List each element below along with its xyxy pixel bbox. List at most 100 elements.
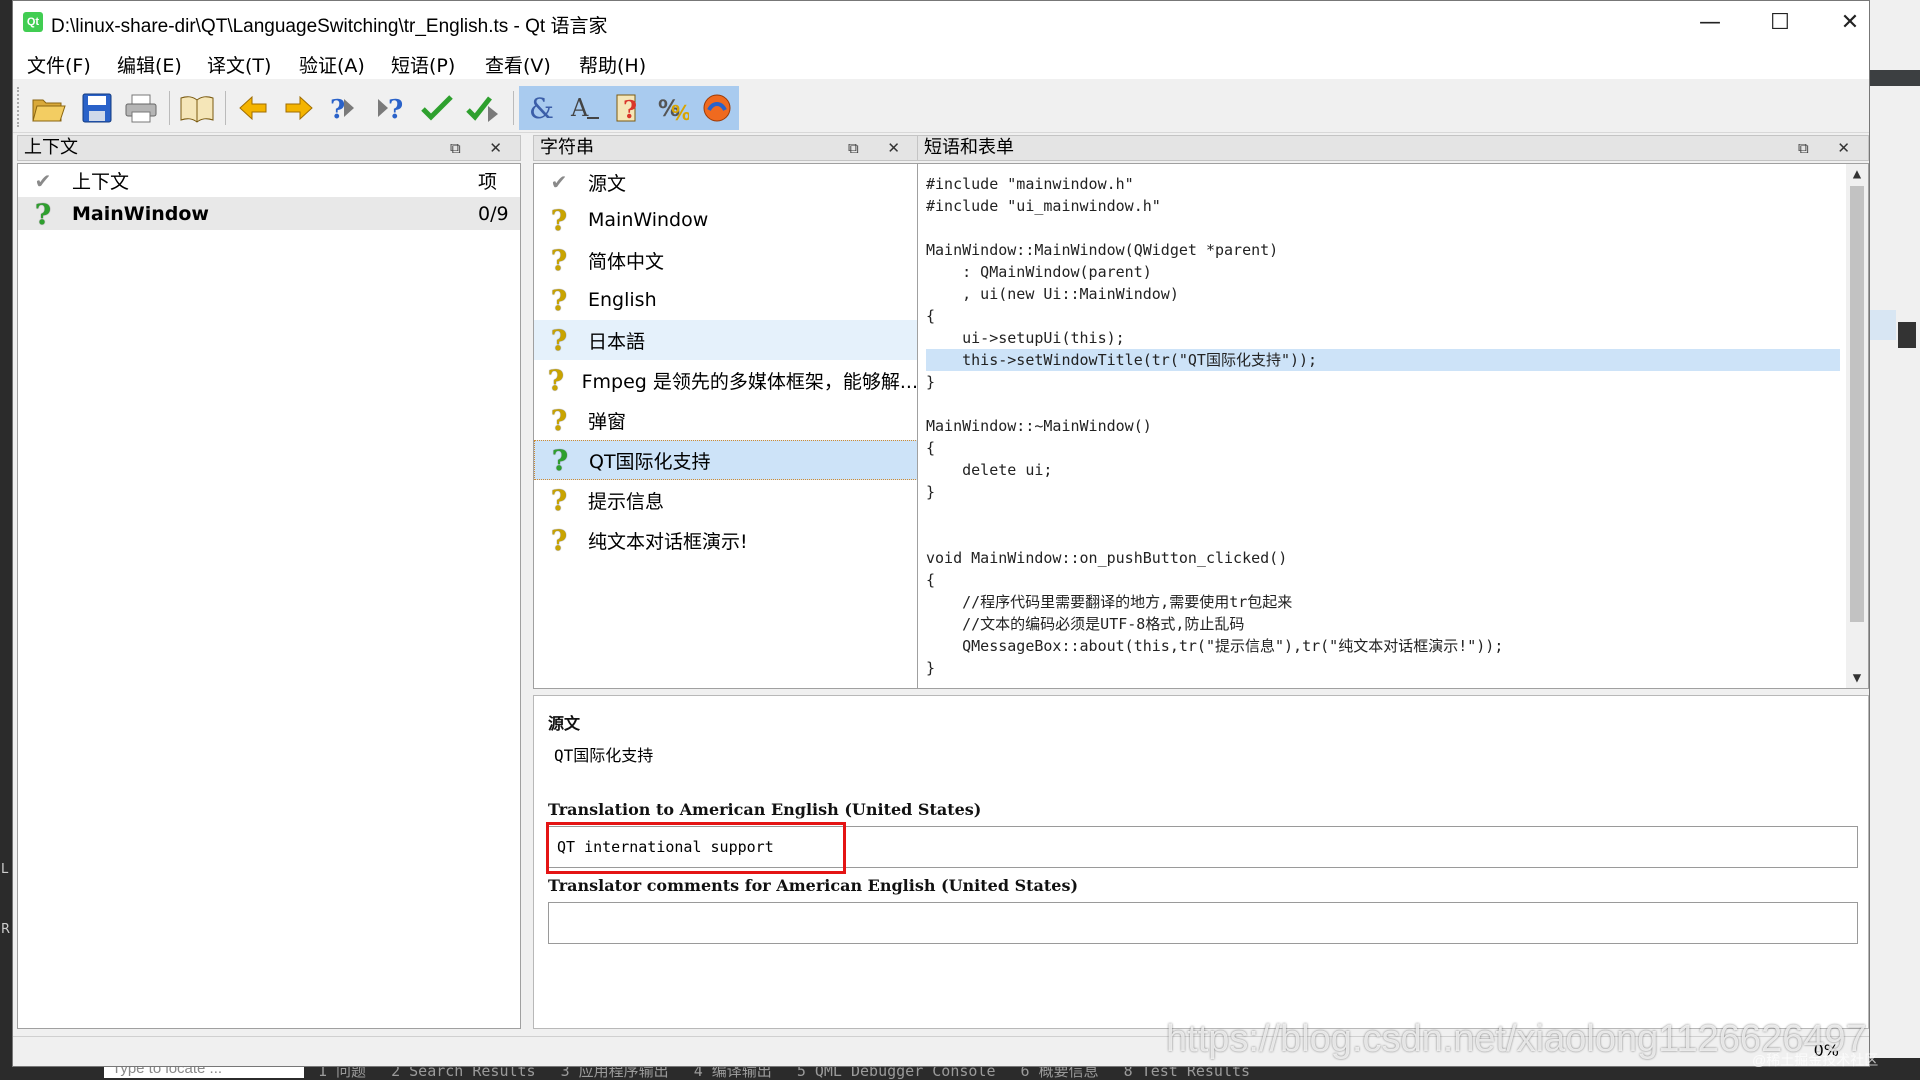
code-line: }	[926, 373, 936, 391]
strings-panel-title-text: 字符串	[540, 137, 594, 158]
code-line: {	[926, 571, 936, 589]
code-line: }	[926, 659, 936, 677]
scroll-up-icon[interactable]: ▲	[1846, 166, 1868, 182]
svg-text:A: A	[570, 94, 589, 122]
strings-list: ✔ 源文 ? MainWindow ? 简体中文 ? English ? 日本語…	[533, 163, 919, 689]
menu-validation[interactable]: 验证(A)	[299, 51, 365, 78]
code-line: , ui(new Ui::MainWindow)	[926, 285, 1179, 303]
unfinished-icon: ?	[550, 403, 568, 437]
window-title: D:\linux-share-dir\QT\LanguageSwitching\…	[51, 16, 608, 37]
code-scrollbar[interactable]: ▲ ▼	[1846, 164, 1868, 688]
toolbar: ? ? & A ? %%	[13, 81, 1869, 133]
code-line: delete ui;	[926, 461, 1053, 479]
phrases-panel-title-text: 短语和表单	[924, 137, 1014, 158]
string-source: 提示信息	[588, 490, 665, 513]
context-list-header[interactable]: ✔ 上下文 项	[18, 164, 520, 198]
background-bar	[1870, 70, 1920, 86]
open-folder-icon[interactable]	[27, 86, 71, 130]
menu-phrases[interactable]: 短语(P)	[391, 51, 455, 78]
code-line: //程序代码里需要翻译的地方,需要使用tr包起来	[926, 593, 1293, 611]
context-panel-title: 上下文 ⧉ ✕	[17, 135, 521, 161]
qt-app-icon: Qt	[23, 12, 43, 32]
unfinished-icon: ?	[547, 363, 564, 397]
strings-list-header[interactable]: ✔ 源文	[534, 164, 918, 200]
string-row[interactable]: ? 简体中文	[534, 240, 918, 280]
svg-text:%: %	[671, 101, 689, 124]
unfinished-icon: ?	[550, 243, 568, 277]
accelerator-validation-icon[interactable]: &	[519, 86, 563, 130]
context-name: MainWindow	[72, 203, 209, 225]
prev-unfinished-icon[interactable]: ?	[323, 86, 367, 130]
surrounding-whitespace-icon[interactable]	[695, 86, 739, 130]
string-row-hover[interactable]: ? 日本語	[534, 320, 918, 360]
next-unfinished-icon[interactable]: ?	[369, 86, 413, 130]
string-row[interactable]: ? Fmpeg 是领先的多媒体框架，能够解...	[534, 360, 918, 400]
background-selection	[1870, 310, 1896, 340]
print-icon[interactable]	[119, 86, 163, 130]
phrase-validation-icon[interactable]: ?	[607, 86, 651, 130]
string-source: Fmpeg 是领先的多媒体框架，能够解...	[581, 370, 918, 393]
code-line: ui->setupUi(this);	[926, 329, 1125, 347]
toolbar-grip[interactable]	[17, 87, 21, 127]
code-line-highlighted: this->setWindowTitle(tr("QT国际化支持"));	[926, 349, 1840, 371]
strings-panel-title: 字符串 ⧉ ✕	[533, 135, 919, 161]
phrase-book-icon[interactable]	[175, 86, 219, 130]
panel-float-close-icons[interactable]: ⧉ ✕	[848, 136, 912, 160]
string-row[interactable]: ? 弹窗	[534, 400, 918, 440]
menu-translation[interactable]: 译文(T)	[207, 51, 271, 78]
svg-text:?: ?	[330, 95, 345, 125]
string-row[interactable]: ? 纯文本对话框演示!	[534, 520, 918, 560]
translator-comments-input[interactable]	[548, 902, 1858, 944]
menu-edit[interactable]: 编辑(E)	[117, 51, 182, 78]
string-row[interactable]: ? MainWindow	[534, 200, 918, 240]
code-line: #include "ui_mainwindow.h"	[926, 197, 1161, 215]
menu-help[interactable]: 帮助(H)	[579, 51, 646, 78]
context-row-mainwindow[interactable]: ? MainWindow 0/9	[18, 197, 520, 231]
background-letter: R	[1, 922, 11, 937]
code-line: {	[926, 439, 936, 457]
code-line: #include "mainwindow.h"	[926, 175, 1134, 193]
unfinished-icon: ?	[550, 323, 568, 357]
background-left-strip: L R	[0, 0, 12, 1080]
prev-arrow-icon[interactable]	[231, 86, 275, 130]
panel-float-close-icons[interactable]: ⧉ ✕	[1798, 136, 1862, 160]
unfinished-icon: ?	[550, 483, 568, 517]
punctuation-validation-icon[interactable]: A	[563, 86, 607, 130]
unfinished-icon: ?	[34, 197, 52, 231]
scroll-down-icon[interactable]: ▼	[1846, 670, 1868, 686]
source-text: QT国际化支持	[554, 746, 654, 765]
watermark-small: @稀土掘金技术社区	[1752, 1052, 1879, 1068]
context-count: 0/9	[478, 203, 509, 225]
string-source: 日本語	[588, 330, 646, 353]
code-line: void MainWindow::on_pushButton_clicked()	[926, 549, 1288, 567]
context-panel-title-text: 上下文	[24, 137, 78, 158]
code-line: MainWindow::~MainWindow()	[926, 417, 1152, 435]
scroll-thumb[interactable]	[1850, 186, 1864, 622]
string-source: QT国际化支持	[589, 450, 711, 473]
maximize-button[interactable]: ☐	[1745, 1, 1815, 45]
code-line: {	[926, 307, 936, 325]
placeholder-validation-icon[interactable]: %%	[651, 86, 695, 130]
string-source: 简体中文	[588, 250, 665, 273]
string-row-selected[interactable]: ? QT国际化支持	[534, 440, 918, 480]
string-row[interactable]: ? 提示信息	[534, 480, 918, 520]
code-line: MainWindow::MainWindow(QWidget *parent)	[926, 241, 1279, 259]
done-check-icon[interactable]	[415, 86, 459, 130]
code-line: //文本的编码必须是UTF-8格式,防止乱码	[926, 615, 1245, 633]
svg-text:&: &	[529, 92, 554, 124]
svg-text:?: ?	[623, 95, 637, 124]
background-window-right	[1870, 0, 1920, 1080]
svg-text:?: ?	[388, 95, 403, 125]
menu-view[interactable]: 查看(V)	[485, 51, 551, 78]
save-icon[interactable]	[75, 86, 119, 130]
string-row[interactable]: ? English	[534, 280, 918, 320]
minimize-button[interactable]: —	[1675, 1, 1745, 45]
close-button[interactable]: ✕	[1815, 1, 1885, 45]
string-source: 纯文本对话框演示!	[588, 530, 748, 553]
menu-file[interactable]: 文件(F)	[27, 51, 91, 78]
unfinished-icon: ?	[551, 443, 569, 477]
translation-label: Translation to American English (United …	[548, 800, 982, 819]
next-arrow-icon[interactable]	[277, 86, 321, 130]
done-next-icon[interactable]	[461, 86, 505, 130]
panel-float-close-icons[interactable]: ⧉ ✕	[450, 136, 514, 160]
